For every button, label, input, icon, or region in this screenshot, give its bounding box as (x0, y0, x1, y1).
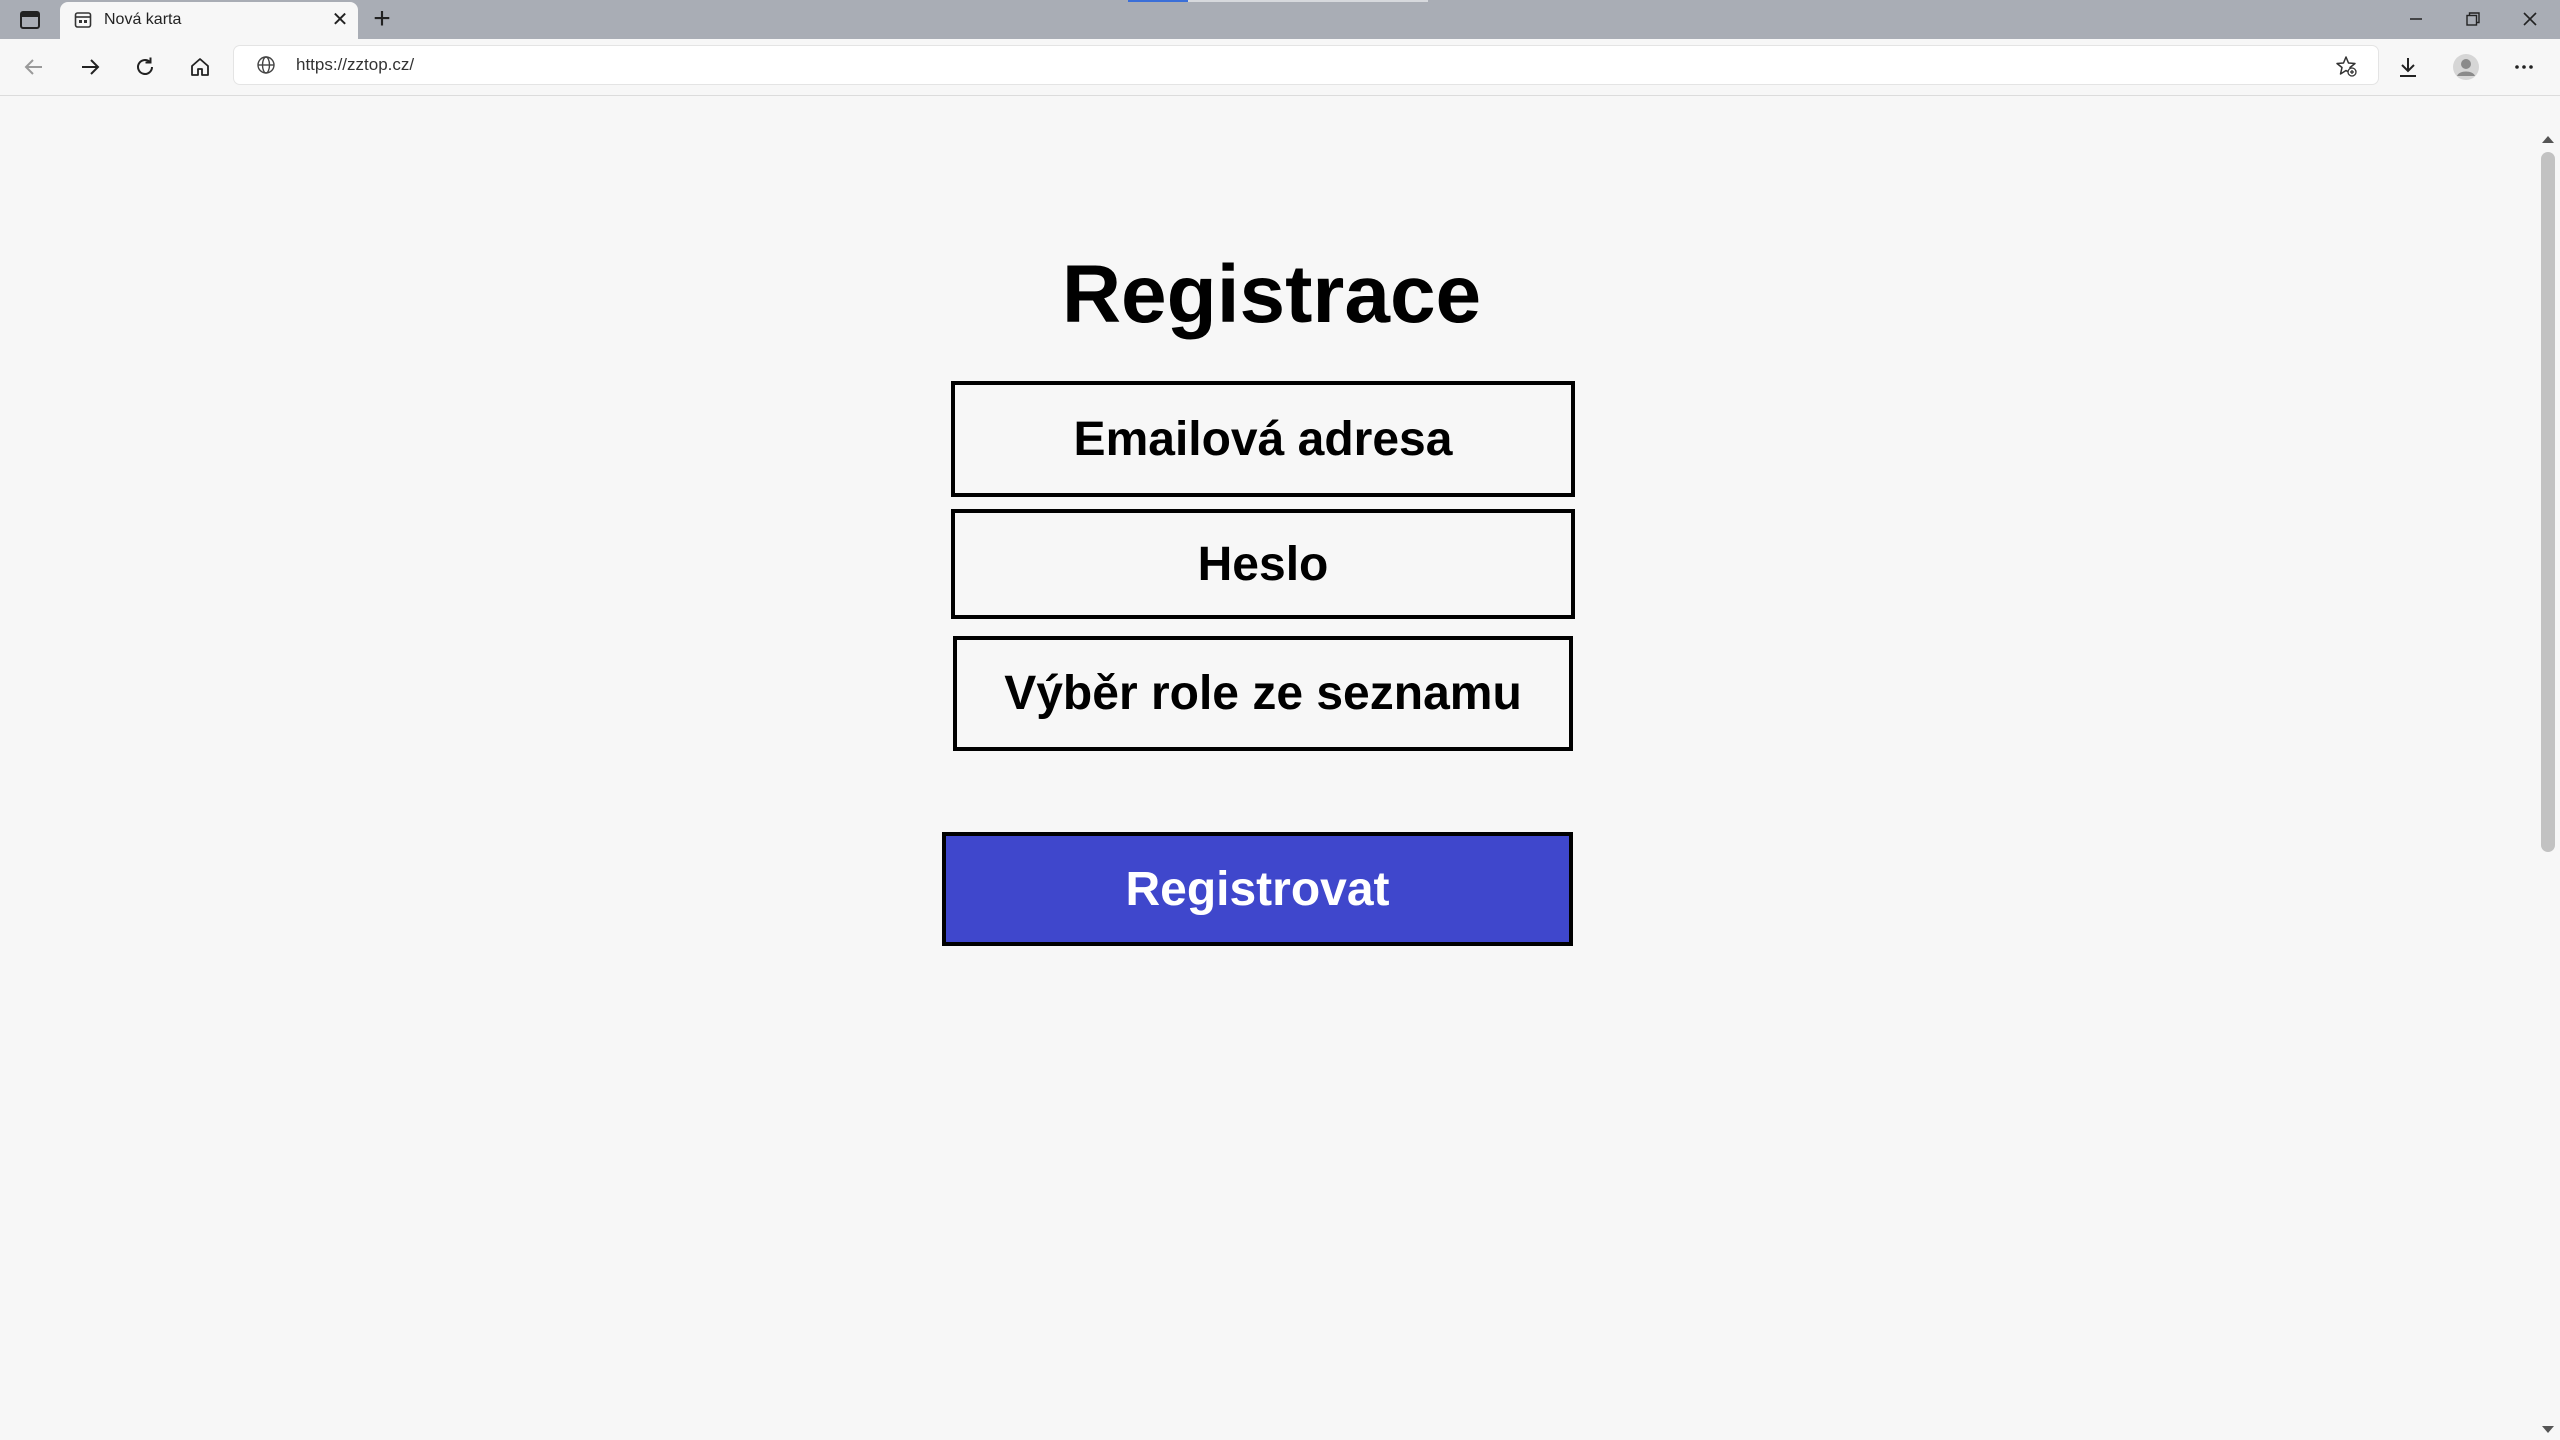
close-icon (2523, 12, 2537, 26)
scroll-down-arrow-icon[interactable] (2542, 1426, 2554, 1433)
role-select[interactable]: Výběr role ze seznamu (953, 636, 1573, 751)
more-options-icon (2515, 65, 2533, 69)
home-button[interactable] (182, 49, 218, 85)
forward-arrow-icon (82, 59, 100, 75)
tab-close-icon[interactable]: ✕ (328, 8, 352, 32)
tab-actions-button[interactable] (12, 8, 48, 32)
tab-strip: Nová karta ✕ + (0, 0, 2560, 39)
tab-strip-accent-track (1188, 0, 1428, 2)
register-button-label: Registrovat (1125, 862, 1390, 916)
register-button[interactable]: Registrovat (942, 832, 1573, 946)
vertical-scrollbar[interactable] (2536, 96, 2560, 1440)
add-favorite-icon[interactable] (2334, 54, 2358, 78)
globe-icon (257, 56, 275, 74)
minimize-button[interactable] (2388, 2, 2444, 36)
restore-button[interactable] (2445, 2, 2501, 36)
home-icon (191, 58, 209, 76)
minimize-icon (2410, 18, 2422, 20)
browser-tab[interactable]: Nová karta ✕ (60, 2, 358, 39)
new-tab-page-icon (74, 12, 92, 28)
tab-actions-icon (20, 11, 40, 29)
address-url: https://zztop.cz/ (296, 55, 415, 74)
password-field[interactable]: Heslo (951, 509, 1575, 619)
restore-icon (2466, 12, 2480, 26)
forward-button[interactable] (72, 49, 108, 85)
page-title: Registrace (1061, 249, 1482, 340)
browser-toolbar: https://zztop.cz/ (0, 39, 2560, 96)
download-icon (2400, 58, 2416, 77)
profile-button[interactable] (2448, 49, 2484, 85)
email-field[interactable]: Emailová adresa (951, 381, 1575, 497)
reload-icon (137, 57, 153, 75)
reload-button[interactable] (127, 49, 163, 85)
tab-title: Nová karta (104, 11, 182, 28)
role-select-label: Výběr role ze seznamu (1004, 667, 1522, 720)
email-field-label: Emailová adresa (1073, 412, 1453, 466)
scrollbar-thumb[interactable] (2541, 152, 2555, 852)
scroll-up-arrow-icon[interactable] (2542, 136, 2554, 143)
back-arrow-icon (24, 59, 42, 75)
tab-strip-accent (1128, 0, 1188, 2)
address-bar[interactable]: https://zztop.cz/ (234, 46, 2378, 84)
downloads-button[interactable] (2390, 49, 2426, 85)
password-field-label: Heslo (1197, 537, 1329, 591)
avatar-icon (2453, 54, 2479, 80)
back-button[interactable] (16, 49, 52, 85)
settings-menu-button[interactable] (2506, 49, 2542, 85)
new-tab-icon[interactable]: + (368, 4, 396, 34)
close-window-button[interactable] (2502, 2, 2558, 36)
